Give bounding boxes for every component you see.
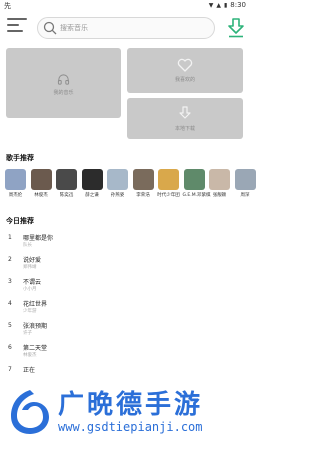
song-index: 5 <box>8 322 12 329</box>
singer-avatar <box>234 169 256 190</box>
song-index: 6 <box>8 344 12 351</box>
watermark-banner: 广晩德手游 www.gsdtiepianji.com <box>0 376 250 450</box>
battery-icon: ▮ <box>223 1 228 9</box>
song-title: 正在 <box>23 367 36 374</box>
top-bar <box>0 11 250 39</box>
singer-item[interactable]: G.E.M.邓紫棋 <box>182 169 211 198</box>
song-artist: 队长 <box>23 243 32 248</box>
song-index: 7 <box>8 366 12 373</box>
local-download-tile[interactable]: 本地下载 <box>127 98 243 139</box>
singer-name: 时代少年团 <box>157 193 180 198</box>
singer-avatar <box>30 169 52 190</box>
song-row[interactable]: 6 第二天堂 林俊杰 <box>6 342 246 364</box>
song-row[interactable]: 2 说好爱 郑伟靖 <box>6 254 246 276</box>
song-title: 花红世界 <box>23 301 48 308</box>
singer-name: 周深 <box>240 193 250 198</box>
song-index: 1 <box>8 234 12 241</box>
signal-icon: ▲ <box>216 1 221 9</box>
singer-item[interactable]: 薛之谦 <box>81 169 104 198</box>
watermark-url: www.gsdtiepianji.com <box>58 420 203 434</box>
my-music-label: 我的音乐 <box>53 90 74 96</box>
singer-name: 林俊杰 <box>34 193 48 198</box>
song-index: 2 <box>8 256 12 263</box>
singer-item[interactable]: 孙燕姿 <box>106 169 129 198</box>
song-index: 4 <box>8 300 12 307</box>
status-bar: 先 ▼ ▲ ▮ 8:30 <box>0 0 250 11</box>
singer-avatar <box>209 169 230 190</box>
song-artist: 小小月 <box>23 287 37 292</box>
song-artist: 郑伟靖 <box>23 265 37 270</box>
songs-section-title: 今日推荐 <box>6 217 34 225</box>
search-icon <box>43 21 57 35</box>
singer-name: G.E.M.邓紫棋 <box>182 193 211 198</box>
singer-list: 周杰伦 林俊杰 陈奕迅 薛之谦 孙燕姿 李荣浩 时代少年团 G.E.M.邓紫棋 张靓颖 周深 <box>4 169 256 209</box>
search-box[interactable] <box>37 17 215 39</box>
song-row[interactable]: 1 哪里都是你 队长 <box>6 232 246 254</box>
singer-item[interactable]: 陈奕迅 <box>55 169 78 198</box>
singer-avatar <box>183 169 205 190</box>
my-music-tile[interactable]: 我的音乐 <box>6 48 121 118</box>
singer-avatar <box>81 169 103 190</box>
singer-avatar <box>158 169 179 190</box>
singer-name: 张靓颖 <box>212 193 227 198</box>
singer-item[interactable]: 林俊杰 <box>30 169 53 198</box>
singer-name: 周杰伦 <box>8 193 23 198</box>
singers-section-title: 歌手推荐 <box>6 154 34 162</box>
status-time: 8:30 <box>230 1 246 9</box>
wifi-icon: ▼ <box>208 1 214 9</box>
singer-item[interactable]: 周深 <box>234 169 257 198</box>
search-input[interactable] <box>60 21 200 35</box>
singer-name: 薛之谦 <box>85 193 99 198</box>
favorites-label: 我喜欢的 <box>174 77 195 83</box>
singer-name: 陈奕迅 <box>59 193 74 198</box>
song-title: 说好爱 <box>23 257 42 264</box>
headphones-icon <box>57 74 70 85</box>
singer-name: 孙燕姿 <box>110 193 125 198</box>
singer-avatar <box>5 169 26 190</box>
download-arrow-icon <box>179 106 191 119</box>
singer-item[interactable]: 李荣浩 <box>132 169 155 198</box>
singer-avatar <box>56 169 77 190</box>
song-row[interactable]: 3 不谓云 小小月 <box>6 276 246 298</box>
status-left-text: 先 <box>4 2 11 10</box>
song-row[interactable]: 5 张浪预期 许子 <box>6 320 246 342</box>
singer-avatar <box>132 169 154 190</box>
local-download-label: 本地下载 <box>174 126 195 132</box>
song-index: 3 <box>8 278 12 285</box>
status-right: ▼ ▲ ▮ 8:30 <box>209 1 246 9</box>
song-artist: 林俊杰 <box>23 353 37 358</box>
singer-avatar <box>107 169 128 190</box>
watermark-logo <box>11 390 49 434</box>
singer-item[interactable]: 时代少年团 <box>157 169 180 198</box>
song-title: 不谓云 <box>23 279 42 286</box>
heart-icon <box>177 58 193 72</box>
song-title: 张浪预期 <box>23 323 48 330</box>
song-artist: 许子 <box>23 331 32 336</box>
song-row[interactable]: 4 花红世界 少年游 <box>6 298 246 320</box>
song-title: 哪里都是你 <box>23 235 54 242</box>
favorites-tile[interactable]: 我喜欢的 <box>127 48 243 93</box>
watermark-title: 广晩德手游 <box>58 390 204 420</box>
singer-item[interactable]: 张靓颖 <box>208 169 231 198</box>
download-icon[interactable] <box>227 18 245 38</box>
singer-name: 李荣浩 <box>136 193 150 198</box>
song-artist: 少年游 <box>23 309 37 314</box>
singer-item[interactable]: 周杰伦 <box>4 169 27 198</box>
song-title: 第二天堂 <box>23 345 48 352</box>
menu-icon[interactable] <box>7 17 27 33</box>
